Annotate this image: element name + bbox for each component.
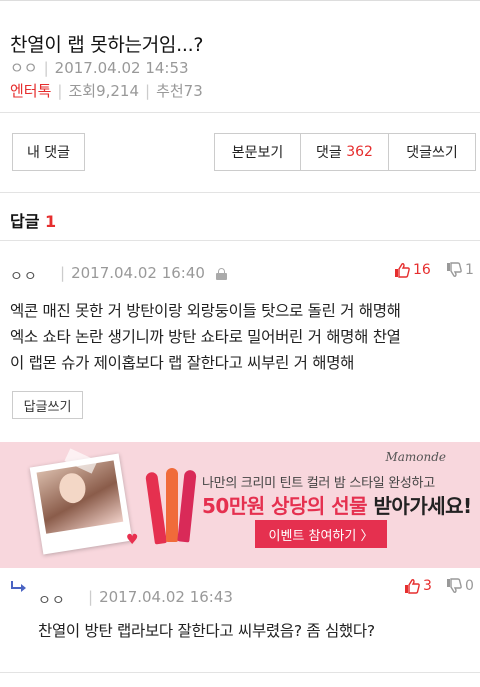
comment-body: 엑콘 매진 못한 거 방탄이랑 외랑둥이들 탓으로 돌린 거 해명해 엑소 쇼타…: [10, 298, 401, 376]
comment-date: 2017.04.02 16:40: [71, 264, 205, 282]
comments-count: 362: [346, 144, 373, 160]
comment-downvote-count: 1: [465, 262, 474, 278]
lock-icon: [216, 268, 227, 280]
replies-heading: 답글 1: [10, 208, 56, 232]
heart-icon: ♥: [126, 532, 139, 548]
view-body-button[interactable]: 본문보기: [214, 133, 301, 171]
top-divider: [0, 0, 480, 1]
post-date: 2017.04.02 14:53: [54, 59, 189, 77]
reply-date-wrap: | 2017.04.02 16:43: [88, 588, 233, 606]
post-category[interactable]: 엔터톡: [10, 82, 51, 100]
ad-cta-button[interactable]: 이벤트 참여하기 〉: [255, 520, 387, 548]
reply-arrow-icon: [11, 581, 26, 592]
divider: [0, 192, 480, 193]
post-author[interactable]: ㅇㅇ: [10, 59, 38, 77]
lip-crayon-orange: [166, 468, 178, 542]
comment-downvote-button[interactable]: 1: [446, 262, 474, 278]
comment-line: 엑콘 매진 못한 거 방탄이랑 외랑둥이들 탓으로 돌린 거 해명해: [10, 302, 401, 320]
comment-line: 이 랩몬 슈가 제이홉보다 랩 잘한다고 씨부린 거 해명해: [10, 354, 355, 372]
write-comment-button[interactable]: 댓글쓰기: [388, 133, 476, 171]
replies-label: 답글: [10, 212, 40, 231]
reply-body: 찬열이 방탄 랩라보다 잘한다고 씨부렸음? 좀 심했다?: [38, 622, 375, 640]
post-recommends: 추천73: [156, 82, 203, 100]
reply-downvote-button[interactable]: 0: [446, 578, 474, 594]
bottom-divider: [0, 672, 480, 673]
comment-upvote-button[interactable]: 16: [394, 262, 431, 278]
divider: [0, 240, 480, 241]
ad-headline: 나만의 크리미 틴트 컬러 밤 스타일 완성하고: [202, 476, 435, 491]
replies-count: 1: [45, 212, 57, 231]
ad-brand-logo: Mamonde: [385, 450, 446, 464]
post-title: 찬열이 랩 못하는거임...?: [10, 34, 204, 56]
comment-upvote-count: 16: [413, 262, 431, 278]
reply-date: 2017.04.02 16:43: [99, 588, 233, 606]
ad-subheadline: 50만원 상당의 선물 받아가세요!: [202, 494, 472, 518]
lip-crayon-pink: [177, 469, 197, 543]
comment-date-wrap: | 2017.04.02 16:40: [60, 264, 205, 282]
my-comments-button[interactable]: 내 댓글: [12, 133, 85, 171]
ad-banner[interactable]: Mamonde ♥ 나만의 크리미 틴트 컬러 밤 스타일 완성하고 50만원 …: [0, 442, 480, 568]
post-meta-stats: 엔터톡 | 조회9,214 | 추천73: [10, 82, 203, 100]
divider: [0, 112, 480, 113]
thumbs-up-icon: [405, 579, 420, 594]
thumbs-down-icon: [447, 578, 462, 593]
lip-crayon-red: [145, 471, 167, 545]
reply-downvote-count: 0: [465, 578, 474, 594]
thumbs-up-icon: [395, 263, 410, 278]
post-meta-author: ㅇㅇ | 2017.04.02 14:53: [10, 59, 189, 77]
comment-user[interactable]: ㅇㅇ: [10, 266, 38, 286]
thumbs-down-icon: [447, 262, 462, 277]
reply-upvote-button[interactable]: 3: [404, 578, 432, 594]
comments-label: 댓글: [316, 145, 342, 161]
reply-user[interactable]: ㅇㅇ: [38, 590, 66, 610]
comment-line: 엑소 쇼타 논란 생기니까 방탄 쇼타로 밀어버린 거 해명해 찬열: [10, 328, 401, 346]
write-reply-button[interactable]: 답글쓰기: [12, 391, 83, 419]
comments-button[interactable]: 댓글 362: [300, 133, 389, 171]
reply-upvote-count: 3: [423, 578, 432, 594]
post-views: 조회9,214: [68, 82, 140, 100]
